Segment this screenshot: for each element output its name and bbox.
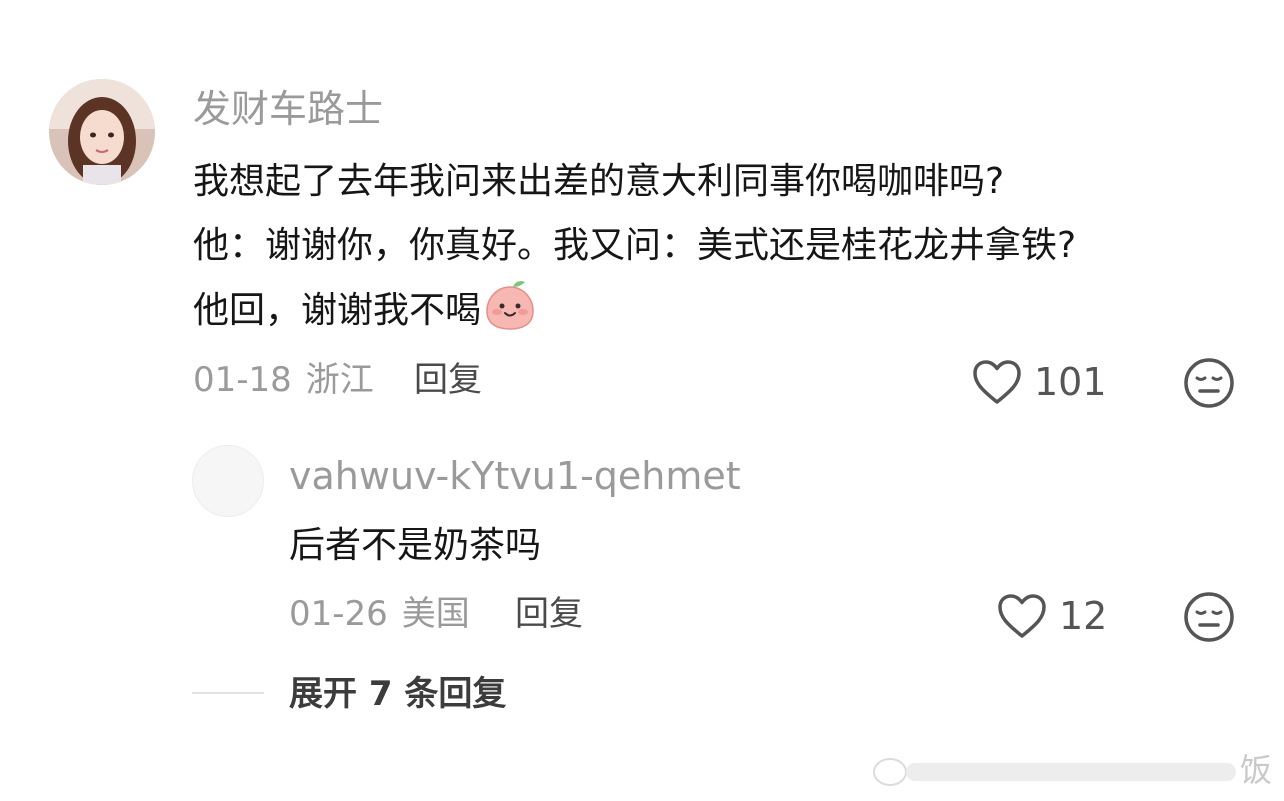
comment-line-last: 他回，谢谢我不喝: [193, 278, 1253, 343]
expand-divider: [192, 692, 264, 694]
commenter-avatar[interactable]: [49, 79, 155, 185]
comment-line: 他：谢谢你，你真好。我又问：美式还是桂花龙井拿铁?: [193, 225, 1077, 266]
peach-smile-emoji: [486, 281, 534, 330]
reply-like-count: 12: [1059, 594, 1108, 638]
comment-meta: 01-18 浙江: [193, 358, 374, 402]
like-button[interactable]: 101: [972, 359, 1107, 405]
neutral-face-icon: [1184, 358, 1234, 408]
expand-replies-button[interactable]: 展开 7 条回复: [289, 670, 506, 718]
reply-username[interactable]: vahwuv-kYtvu1-qehmet: [289, 452, 741, 500]
dislike-button[interactable]: [1183, 357, 1235, 413]
reply-reply-button[interactable]: 回复: [515, 592, 583, 636]
comment-body: 我想起了去年我问来出差的意大利同事你喝咖啡吗? 他：谢谢你，你真好。我又问：美式…: [193, 150, 1253, 343]
heart-outline-icon: [998, 594, 1046, 638]
reply-body: 后者不是奶茶吗: [289, 525, 542, 566]
reply-date: 01-26: [289, 594, 388, 634]
watermark-text: 饭: [1240, 751, 1273, 789]
reply-dislike-button[interactable]: [1183, 591, 1235, 647]
neutral-face-icon: [1184, 592, 1234, 642]
reply-avatar[interactable]: [192, 445, 264, 517]
comment-line: 我想起了去年我问来出差的意大利同事你喝咖啡吗?: [193, 161, 1005, 202]
comment-line-text: 他回，谢谢我不喝: [193, 290, 482, 331]
heart-outline-icon: [973, 360, 1021, 404]
avatar-portrait: [49, 79, 155, 185]
reply-meta: 01-26 美国: [289, 592, 470, 636]
comment-location: 浙江: [305, 360, 374, 400]
comment-date: 01-18: [193, 360, 292, 400]
reply-button[interactable]: 回复: [414, 358, 482, 402]
commenter-username[interactable]: 发财车路士: [193, 84, 383, 134]
reply-location: 美国: [401, 594, 470, 634]
like-count: 101: [1034, 360, 1107, 404]
watermark-graphic: [873, 758, 1236, 786]
reply-like-button[interactable]: 12: [997, 593, 1107, 639]
